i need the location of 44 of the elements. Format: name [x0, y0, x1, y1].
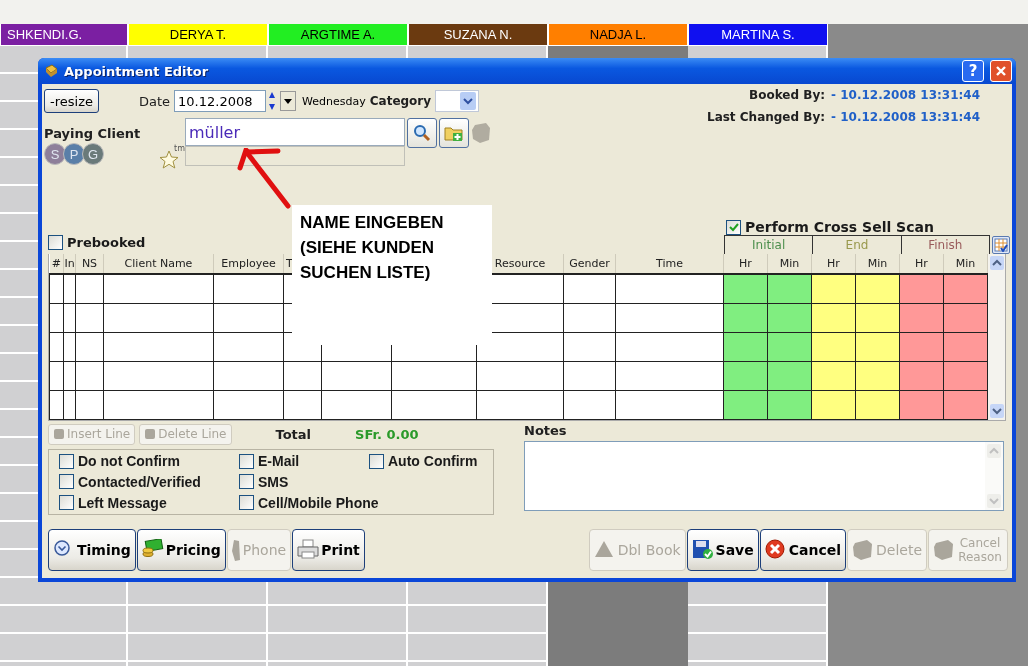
action-button[interactable]: Save	[686, 529, 759, 571]
client-badge[interactable]: G	[82, 143, 104, 165]
staff-header[interactable]: NADJA L.	[548, 24, 688, 46]
option-label: Do not Confirm	[78, 453, 180, 470]
action-button[interactable]: Pricing	[136, 529, 226, 571]
option-label: Contacted/Verified	[78, 474, 201, 490]
group-header: Finish	[927, 237, 964, 254]
staff-header[interactable]: MARTINA S.	[688, 24, 828, 46]
last-changed-by-value: - 10.12.2008 13:31:44	[831, 110, 980, 124]
total-label: Total	[275, 426, 311, 442]
option-label: SMS	[258, 474, 289, 490]
action-button[interactable]: Timing	[48, 529, 136, 571]
staff-header[interactable]: SHKENDI.G.	[0, 24, 128, 46]
notes-label: Notes	[524, 423, 568, 440]
weekday-label: Wednesday	[302, 94, 366, 108]
option-label: Auto Confirm	[388, 453, 478, 470]
action-button[interactable]: Cancel	[759, 529, 846, 571]
column-header[interactable]: Hr	[827, 257, 840, 270]
date-label: Date	[138, 93, 171, 109]
client-name-field[interactable]: müller	[185, 118, 405, 146]
help-button[interactable]: ?	[962, 60, 984, 82]
booked-by-label: Booked By:	[749, 88, 826, 102]
trademark-mark: tm	[174, 144, 185, 153]
paying-client-label: Paying Client	[44, 126, 142, 141]
staff-header[interactable]: ARGTIME A.	[268, 24, 408, 46]
staff-header[interactable]: SUZANA N.	[408, 24, 548, 46]
column-header[interactable]: Hr	[915, 257, 928, 270]
option-label: Cell/Mobile Phone	[258, 494, 379, 511]
prebooked-label: Prebooked	[67, 235, 146, 250]
resize-button[interactable]: -resize	[44, 89, 99, 113]
annotation-note: NAME EINGEBEN (SIEHE KUNDEN SUCHEN LISTE)	[292, 205, 492, 345]
column-header[interactable]: Hr	[739, 257, 752, 270]
category-label: Category	[369, 94, 432, 108]
option-label: E-Mail	[258, 453, 300, 470]
staff-header[interactable]: DERYA T.	[128, 24, 268, 46]
booked-by-value: - 10.12.2008 13:31:44	[831, 88, 980, 102]
window-title: Appointment Editor	[64, 63, 209, 79]
last-changed-by-label: Last Changed By:	[707, 110, 826, 124]
column-header[interactable]: Time	[656, 257, 683, 270]
date-field[interactable]: 10.12.2008	[174, 90, 267, 112]
total-value: SFr. 0.00	[355, 426, 419, 442]
option-label: Left Message	[78, 494, 167, 511]
action-button[interactable]: Print	[292, 529, 365, 571]
cross-sell-label: Perform Cross Sell Scan	[745, 219, 934, 235]
